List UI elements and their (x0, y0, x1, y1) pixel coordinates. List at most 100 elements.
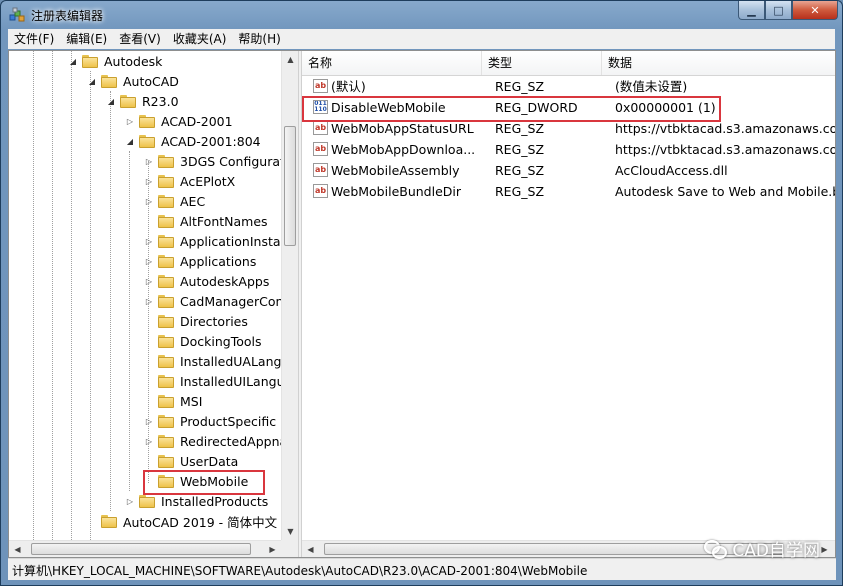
tree-item-label: RedirectedAppna (180, 433, 281, 449)
expand-arrow-icon[interactable]: ▷ (125, 497, 135, 506)
value-data: AcCloudAccess.dll (615, 163, 728, 178)
tree-vertical-scrollbar[interactable]: ▲ ▼ (281, 51, 298, 540)
expand-arrow-icon[interactable]: ▷ (144, 437, 154, 446)
maximize-icon: □ (773, 3, 784, 17)
value-row[interactable]: ab (默认) REG_SZ (数值未设置) (302, 76, 835, 97)
tree-item-label: AltFontNames (180, 213, 268, 229)
expand-arrow-icon[interactable]: ▷ (125, 117, 135, 126)
tree-horizontal-scrollbar[interactable]: ◀ ▶ (9, 540, 281, 557)
value-data: Autodesk Save to Web and Mobile.bur (615, 184, 835, 199)
expand-arrow-icon[interactable]: ▷ (144, 177, 154, 186)
value-row[interactable]: ab WebMobileBundleDir REG_SZ Autodesk Save … (302, 181, 835, 202)
minimize-button[interactable]: ▁ (738, 1, 765, 20)
tree-item[interactable]: ▷ Applications (144, 251, 258, 271)
folder-icon (158, 154, 174, 168)
expand-arrow-icon[interactable]: ▷ (144, 157, 154, 166)
menu-edit[interactable]: 编辑(E) (60, 29, 113, 49)
menu-favorites[interactable]: 收藏夹(A) (167, 29, 233, 49)
tree-item[interactable]: ▷ AcEPlotX (144, 171, 237, 191)
scroll-up-arrow-icon[interactable]: ▲ (282, 51, 298, 68)
tree-item[interactable]: ▷ AEC (144, 191, 207, 211)
title-bar[interactable]: 注册表编辑器 ▁ □ ✕ (1, 1, 842, 29)
folder-icon (158, 314, 174, 328)
folder-icon (101, 74, 117, 88)
scroll-right-arrow-icon[interactable]: ▶ (264, 541, 281, 557)
tree-guide-line (52, 51, 53, 540)
highlight-box-webmobile (143, 470, 265, 495)
registry-editor-window: 注册表编辑器 ▁ □ ✕ 文件(F) 编辑(E) 查看(V) 收藏夹(A) 帮助… (0, 0, 843, 586)
tree-item[interactable]: UserData (144, 451, 240, 471)
tree-hscroll-thumb[interactable] (31, 543, 251, 555)
column-header-data[interactable]: 数据 (602, 51, 835, 75)
tree-item[interactable]: ◢ ACAD-2001:804 (125, 131, 263, 151)
folder-icon (158, 414, 174, 428)
tree-item[interactable]: AutoCAD 2019 - 简体中文 (S (87, 511, 281, 531)
expand-arrow-icon[interactable]: ▷ (144, 417, 154, 426)
tree-scroll-thumb[interactable] (284, 126, 296, 246)
tree-item[interactable]: DockingTools (144, 331, 264, 351)
tree-item[interactable]: AltFontNames (144, 211, 270, 231)
menu-bar: 文件(F) 编辑(E) 查看(V) 收藏夹(A) 帮助(H) (8, 29, 835, 49)
tree-item[interactable]: ▷ 3DGS Configurat (144, 151, 281, 171)
tree-item[interactable]: ◢ R23.0 (106, 91, 181, 111)
tree-item[interactable]: ▷ ACAD-2001 (125, 111, 235, 131)
collapse-arrow-icon[interactable]: ◢ (125, 137, 135, 146)
tree-item[interactable]: InstalledUILangu (144, 371, 281, 391)
collapse-arrow-icon[interactable]: ◢ (106, 97, 116, 106)
folder-icon (101, 514, 117, 528)
scroll-left-arrow-icon[interactable]: ◀ (302, 541, 319, 557)
expand-arrow-icon[interactable]: ▷ (144, 237, 154, 246)
scroll-corner (281, 540, 298, 557)
tree-item-label: AutoCAD (123, 73, 179, 89)
tree-item-label: MSI (180, 393, 203, 409)
tree-item-label: ACAD-2001:804 (161, 133, 261, 149)
menu-view[interactable]: 查看(V) (113, 29, 167, 49)
scroll-left-arrow-icon[interactable]: ◀ (9, 541, 26, 557)
folder-icon (139, 134, 155, 148)
value-row[interactable]: ab WebMobileAssembly REG_SZ AcCloudAccess.d… (302, 160, 835, 181)
folder-icon (158, 274, 174, 288)
tree-item[interactable]: ▷ ApplicationInstall (144, 231, 281, 251)
tree-item[interactable]: Directories (144, 311, 250, 331)
collapse-arrow-icon[interactable]: ◢ (87, 77, 97, 86)
status-path: 计算机\HKEY_LOCAL_MACHINE\SOFTWARE\Autodesk… (12, 564, 588, 578)
expand-arrow-icon[interactable]: ▷ (144, 257, 154, 266)
tree-item-label: Directories (180, 313, 248, 329)
string-value-icon: ab (313, 184, 328, 198)
tree-item[interactable]: ◢ AutoCAD (87, 71, 181, 91)
menu-file[interactable]: 文件(F) (8, 29, 60, 49)
column-header-name[interactable]: 名称 (302, 51, 482, 75)
tree-item[interactable]: ▷ RedirectedAppna (144, 431, 281, 451)
tree-item[interactable]: InstalledUALangu (144, 351, 281, 371)
folder-icon (158, 214, 174, 228)
tree-guide-line (110, 91, 111, 511)
expand-arrow-icon[interactable]: ▷ (144, 277, 154, 286)
value-row[interactable]: ab WebMobAppDownloa... REG_SZ https://vtbkt… (302, 139, 835, 160)
folder-icon (158, 234, 174, 248)
collapse-arrow-icon[interactable]: ◢ (68, 57, 78, 66)
value-type: REG_SZ (495, 79, 545, 94)
tree-item[interactable]: ▷ AutodeskApps (144, 271, 271, 291)
tree-item[interactable]: MSI (144, 391, 204, 411)
folder-icon (158, 394, 174, 408)
folder-icon (158, 374, 174, 388)
tree-item[interactable]: ▷ CadManagerCon (144, 291, 281, 311)
tree-item-label: CadManagerCon (180, 293, 281, 309)
tree-item-label: Applications (180, 253, 257, 269)
close-icon: ✕ (810, 3, 820, 17)
expand-arrow-icon[interactable]: ▷ (144, 197, 154, 206)
close-button[interactable]: ✕ (792, 1, 838, 20)
expand-arrow-icon[interactable]: ▷ (144, 297, 154, 306)
folder-icon (158, 194, 174, 208)
watermark: CAD自学网 (704, 536, 820, 561)
column-header-type[interactable]: 类型 (482, 51, 602, 75)
scroll-down-arrow-icon[interactable]: ▼ (282, 523, 298, 540)
registry-editor-icon (9, 7, 25, 22)
maximize-button[interactable]: □ (765, 1, 792, 20)
menu-help[interactable]: 帮助(H) (232, 29, 286, 49)
tree-item[interactable]: ▷ ProductSpecific (144, 411, 278, 431)
value-name: WebMobileBundleDir (331, 184, 462, 199)
tree-item[interactable]: ◢ Autodesk (68, 51, 164, 71)
list-header: 名称 类型 数据 (302, 51, 835, 76)
tree-guide-line (71, 51, 72, 540)
